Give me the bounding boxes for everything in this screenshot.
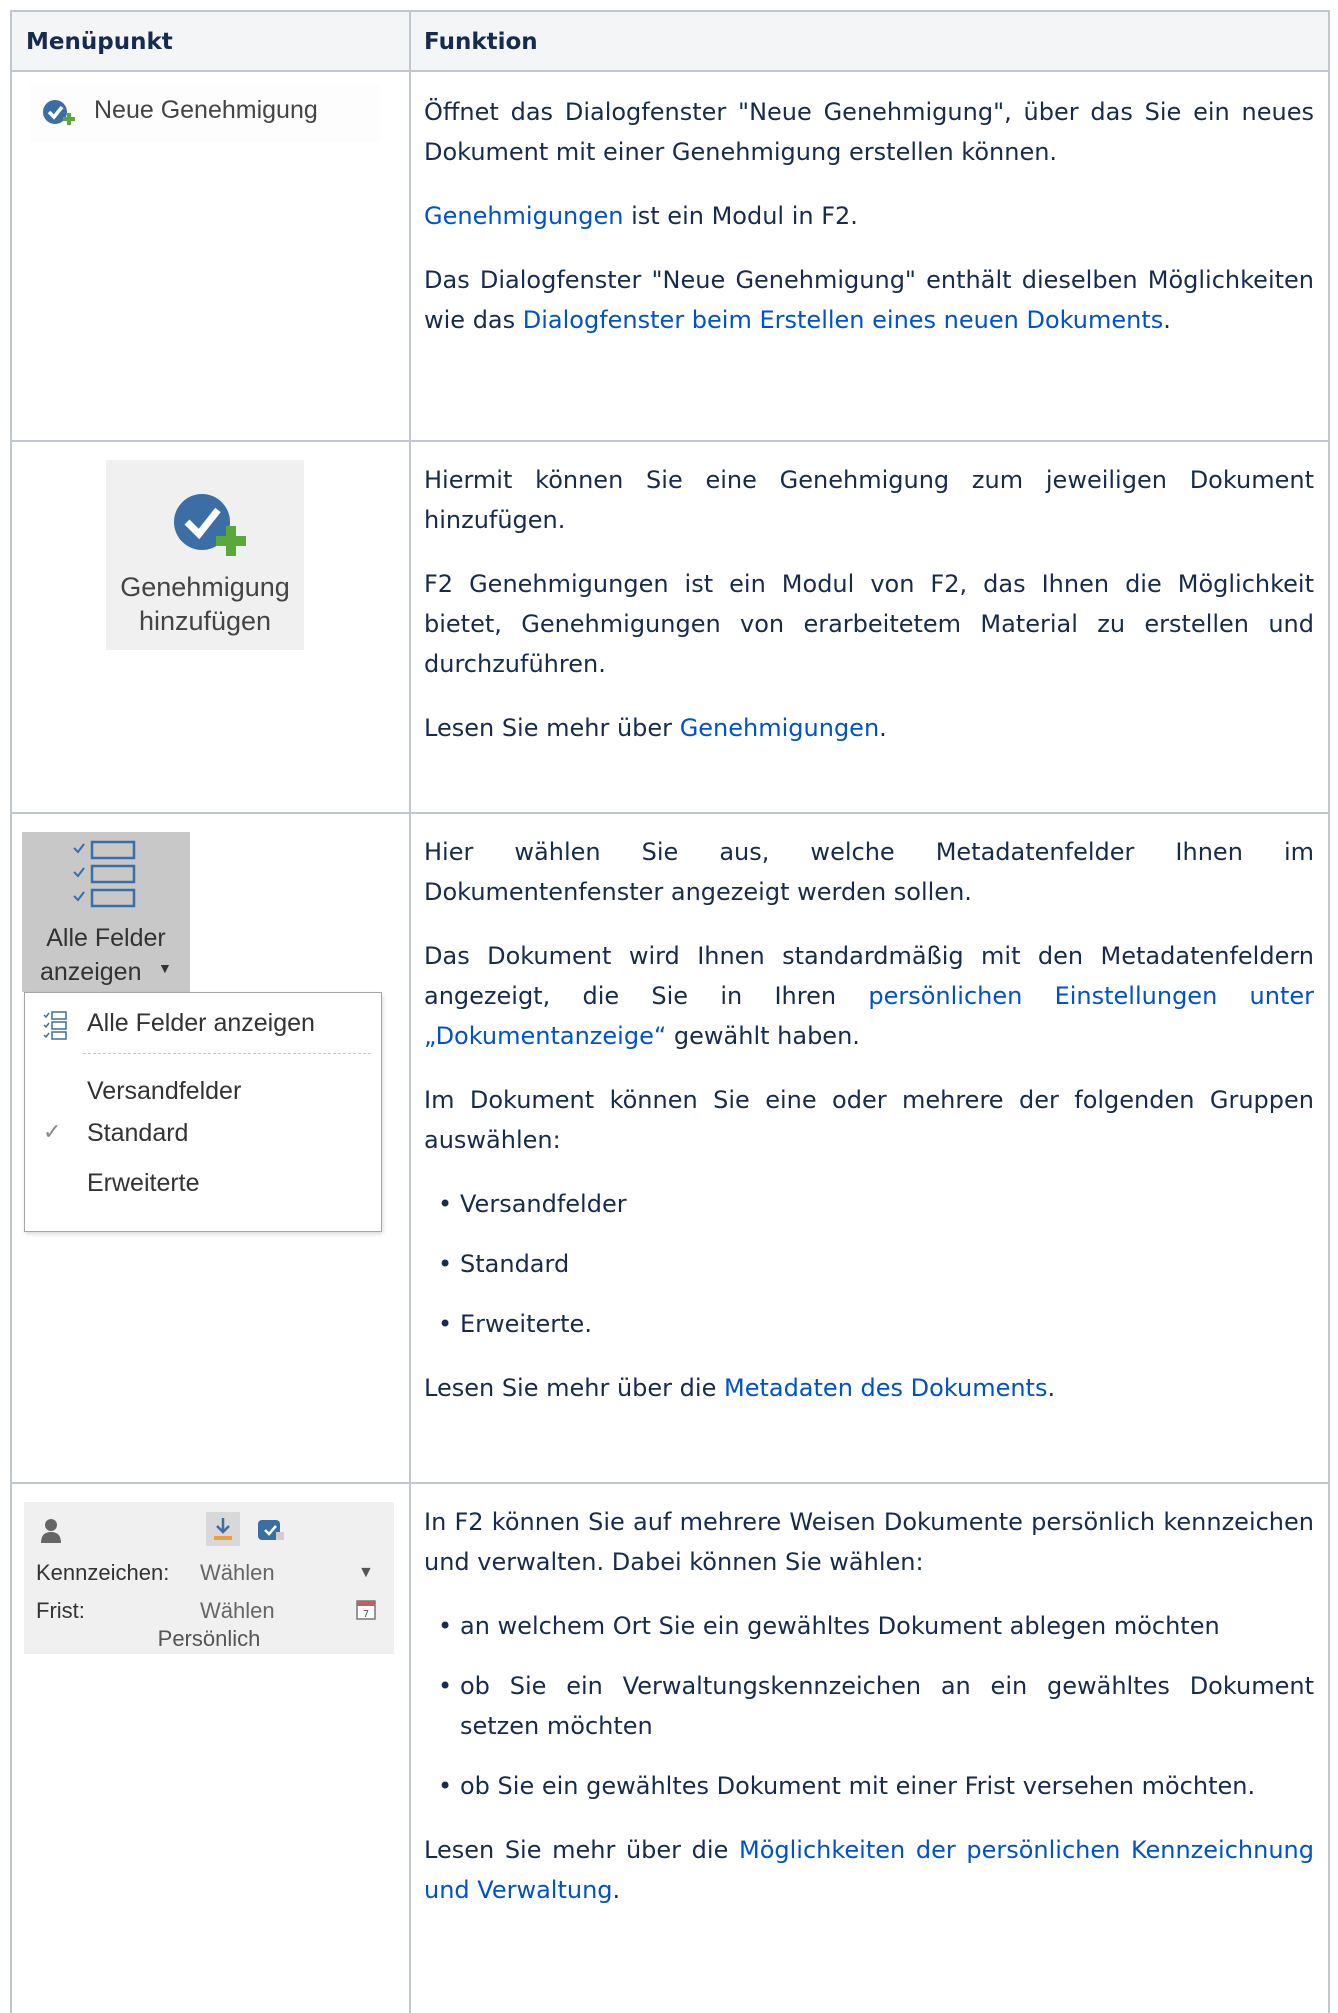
row1-paragraph: Genehmigungen ist ein Modul in F2.: [424, 196, 1314, 236]
menu-item-erweiterte[interactable]: Erweiterte: [87, 1169, 200, 1198]
list-item: Versandfelder: [438, 1184, 1314, 1224]
checkmark-icon: ✓: [43, 1119, 62, 1144]
fields-list-icon: [43, 1011, 67, 1040]
download-button[interactable]: [206, 1512, 240, 1546]
frist-label: Frist:: [36, 1598, 85, 1623]
fields-dropdown-menu: Alle Felder anzeigen Versandfelder ✓ Sta…: [24, 992, 382, 1232]
row-divider: [12, 70, 1328, 72]
row3-paragraph: Hier wählen Sie aus, welche Metadatenfel…: [424, 838, 1314, 906]
show-all-fields-label: anzeigen: [40, 958, 142, 986]
row4-text: Lesen Sie mehr über die: [424, 1836, 739, 1864]
row2-text: .: [879, 714, 887, 742]
row-divider: [12, 812, 1328, 814]
row3-text: Lesen Sie mehr über die: [424, 1374, 724, 1402]
row-divider: [12, 440, 1328, 442]
column-divider: [409, 12, 411, 2013]
dialog-create-document-link[interactable]: Dialogfenster beim Erstellen eines neuen…: [523, 306, 1164, 334]
new-approval-button[interactable]: Neue Genehmigung: [30, 84, 380, 142]
row4-description: In F2 können Sie auf mehrere Weisen Doku…: [424, 1502, 1314, 1934]
dropdown-arrow-icon: ▼: [158, 960, 172, 976]
show-all-fields-screenshot: Alle Felder anzeigen ▼ Alle Felder anzei…: [22, 832, 402, 1242]
menu-item-versandfelder[interactable]: Versandfelder: [87, 1077, 241, 1106]
row3-paragraph: Im Dokument können Sie eine oder mehrere…: [424, 1086, 1314, 1154]
row3-bullet-list: Versandfelder Standard Erweiterte.: [424, 1184, 1314, 1344]
fields-list-icon: [73, 840, 136, 908]
row3-paragraph: Lesen Sie mehr über die Metadaten des Do…: [424, 1368, 1314, 1408]
row3-description: Hier wählen Sie aus, welche Metadatenfel…: [424, 832, 1314, 1432]
dropdown-arrow-icon[interactable]: ▼: [358, 1564, 374, 1582]
kennzeichen-label: Kennzeichen:: [36, 1560, 170, 1585]
add-approval-label: hinzufügen: [138, 606, 272, 636]
person-icon: [41, 1519, 61, 1543]
list-item: ob Sie ein gewähltes Dokument mit einer …: [438, 1766, 1314, 1806]
genehmigungen-link[interactable]: Genehmigungen: [424, 202, 623, 230]
new-approval-label: Neue Genehmigung: [94, 96, 318, 124]
row-divider: [12, 1482, 1328, 1484]
header-menupunkt: Menüpunkt: [26, 29, 173, 55]
genehmigungen-link[interactable]: Genehmigungen: [680, 714, 879, 742]
frist-date-field[interactable]: Wählen: [200, 1598, 275, 1624]
row1-description: Öffnet das Dialogfenster "Neue Genehmigu…: [424, 92, 1314, 364]
row1-text: .: [1163, 306, 1171, 334]
show-all-fields-label: Alle Felder: [46, 924, 166, 952]
menu-separator: [83, 1053, 371, 1054]
approval-check-icon: [43, 100, 75, 125]
row2-paragraph: F2 Genehmigungen ist ein Modul von F2, d…: [424, 570, 1314, 678]
row2-paragraph: Lesen Sie mehr über Genehmigungen.: [424, 708, 1314, 748]
row2-text: Lesen Sie mehr über: [424, 714, 680, 742]
list-item: ob Sie ein Verwaltungskennzeichen an ein…: [438, 1666, 1314, 1746]
row4-text: .: [612, 1876, 621, 1904]
row4-bullet-list: an welchem Ort Sie ein gewähltes Dokumen…: [424, 1606, 1314, 1806]
list-item: an welchem Ort Sie ein gewähltes Dokumen…: [438, 1606, 1314, 1646]
list-item: Erweiterte.: [438, 1304, 1314, 1344]
approval-small-icon[interactable]: [256, 1516, 286, 1544]
row2-paragraph: Hiermit können Sie eine Genehmigung zum …: [424, 466, 1314, 534]
row4-paragraph: Lesen Sie mehr über die Möglichkeiten de…: [424, 1830, 1314, 1910]
show-all-fields-button[interactable]: Alle Felder anzeigen ▼: [22, 832, 190, 992]
row3-paragraph: Das Dokument wird Ihnen standardmäßig mi…: [424, 936, 1314, 1056]
header-funktion: Funktion: [424, 29, 538, 55]
calendar-icon[interactable]: 7: [356, 1598, 376, 1620]
add-approval-label: Genehmigung: [120, 572, 290, 602]
row1-text: ist ein Modul in F2.: [623, 202, 858, 230]
add-approval-button[interactable]: Genehmigung hinzufügen: [106, 460, 304, 650]
menu-item-alle-felder[interactable]: Alle Felder anzeigen: [87, 1009, 315, 1038]
list-item: Standard: [438, 1244, 1314, 1284]
row2-description: Hiermit können Sie eine Genehmigung zum …: [424, 460, 1314, 772]
row3-text: gewählt haben.: [666, 1022, 860, 1050]
row1-paragraph: Das Dialogfenster "Neue Genehmigung" ent…: [424, 260, 1314, 340]
download-icon: [214, 1518, 232, 1540]
function-table: Menüpunkt Funktion Neue Genehmigung Öffn…: [10, 10, 1330, 2013]
menu-item-standard[interactable]: Standard: [87, 1119, 188, 1148]
row1-paragraph: Öffnet das Dialogfenster "Neue Genehmigu…: [424, 98, 1314, 166]
svg-text:7: 7: [363, 1609, 369, 1620]
personal-group-panel: Kennzeichen: Wählen ▼ Frist: Wählen 7 Pe…: [24, 1502, 394, 1654]
metadata-link[interactable]: Metadaten des Dokuments: [724, 1374, 1047, 1402]
add-approval-icon: [174, 494, 246, 556]
row3-text: .: [1047, 1374, 1056, 1402]
kennzeichen-select[interactable]: Wählen: [200, 1560, 275, 1586]
group-label-persoenlich: Persönlich: [157, 1626, 261, 1651]
row4-paragraph: In F2 können Sie auf mehrere Weisen Doku…: [424, 1508, 1314, 1576]
table-header: [12, 12, 1328, 72]
